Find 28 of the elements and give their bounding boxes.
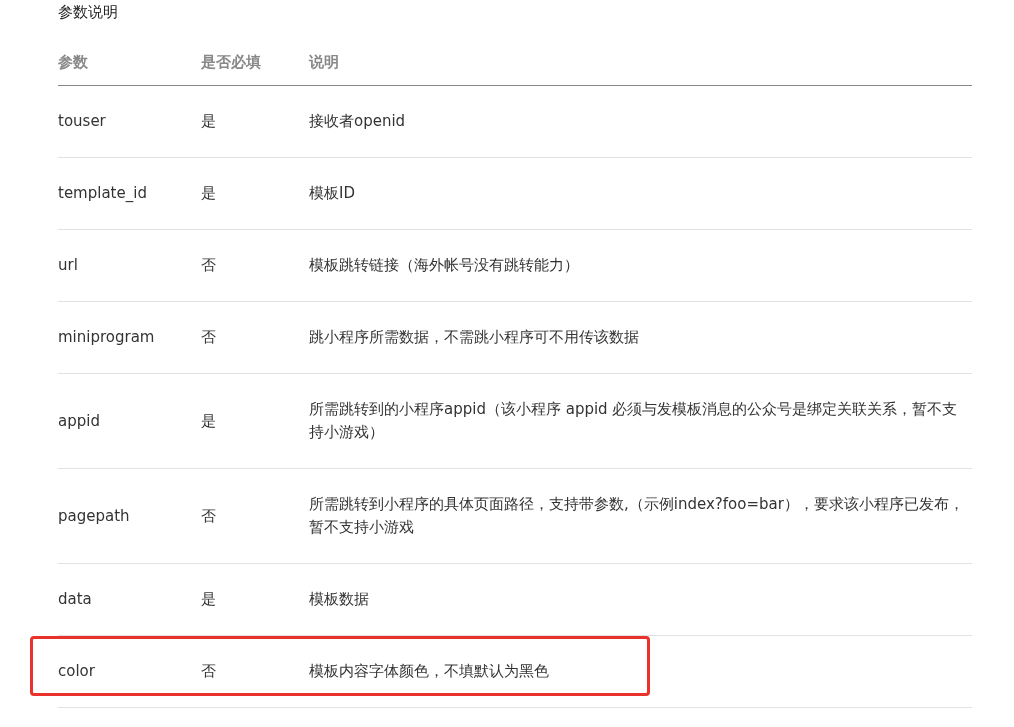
- table-cell-text: 模板跳转链接（海外帐号没有跳转能力）: [309, 255, 580, 276]
- table-cell-text: 所需跳转到的小程序appid（该小程序 appid 必须与发模板消息的公众号是绑定关联关系，暂不支持小游戏）: [309, 399, 959, 443]
- column-header: 是否必填: [201, 52, 262, 73]
- column-header: 参数: [58, 52, 89, 73]
- table-cell-text: 模板数据: [309, 589, 370, 610]
- table-cell-text: 否: [201, 255, 217, 276]
- table-cell-text: 否: [201, 661, 217, 682]
- table-cell-text: 跳小程序所需数据，不需跳小程序可不用传该数据: [309, 327, 640, 348]
- table-cell-text: color: [58, 661, 96, 682]
- table-cell-text: template_id: [58, 183, 148, 204]
- table-cell-text: data: [58, 589, 93, 610]
- table-cell-text: 接收者openid: [309, 111, 407, 132]
- section-title: 参数说明: [57, 2, 119, 22]
- table-cell-text: 否: [201, 505, 217, 527]
- table-cell-text: 所需跳转到小程序的具体页面路径，支持带参数,（示例index?foo=bar），要求该小程序已发布，暂不支持小游戏: [309, 494, 965, 538]
- column-header: 说明: [309, 52, 340, 73]
- table-cell-text: touser: [58, 111, 107, 132]
- table-cell-text: 是: [201, 410, 217, 432]
- table-cell-text: 是: [201, 589, 217, 610]
- table-cell-text: 模板ID: [309, 183, 356, 204]
- table-cell-text: 模板内容字体颜色，不填默认为黑色: [309, 661, 550, 682]
- table-cell-text: url: [58, 255, 79, 276]
- table-cell-text: 是: [201, 183, 217, 204]
- table-cell-text: pagepath: [58, 505, 131, 527]
- table-cell-text: 是: [201, 111, 217, 132]
- table-cell-text: appid: [58, 410, 101, 432]
- table-cell-text: 否: [201, 327, 217, 348]
- table-cell-text: miniprogram: [58, 327, 156, 348]
